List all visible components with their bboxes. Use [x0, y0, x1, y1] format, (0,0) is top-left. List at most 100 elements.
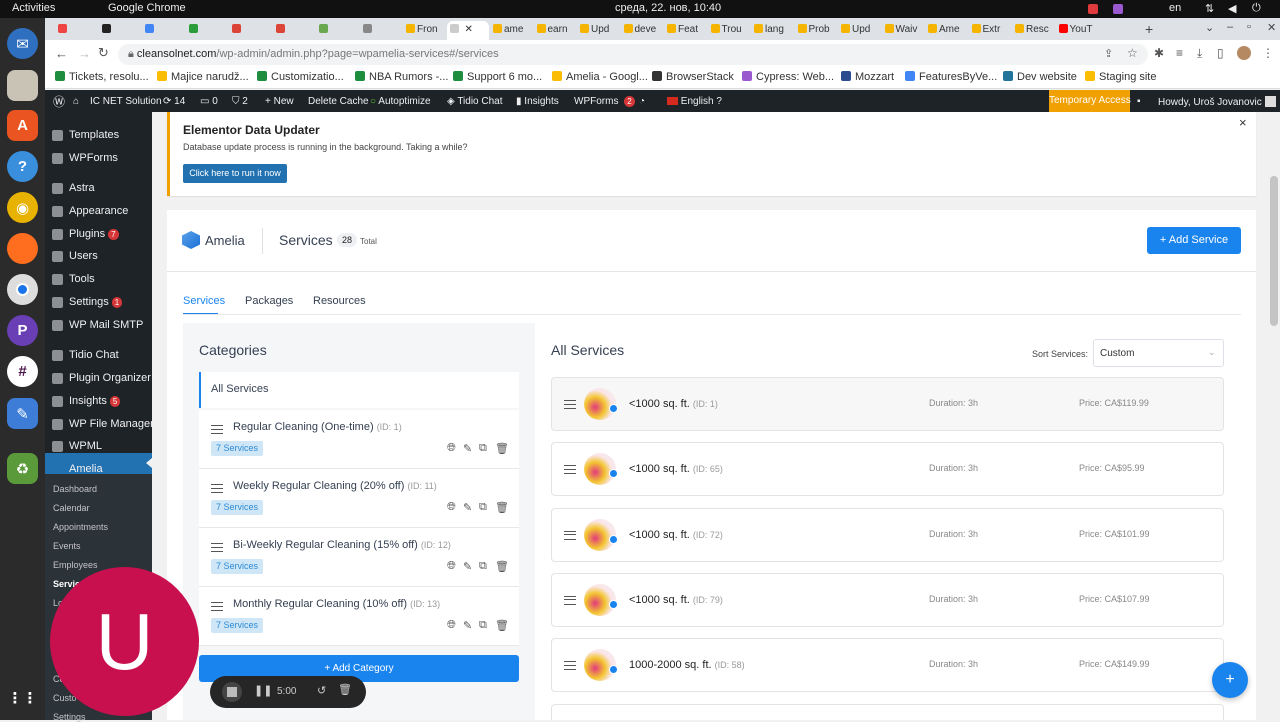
app-grid-icon[interactable]: ⋮⋮: [7, 682, 38, 713]
edit-icon[interactable]: ✎: [463, 560, 472, 573]
firefox-icon[interactable]: [7, 233, 38, 264]
browser-tab[interactable]: ✕: [446, 21, 489, 40]
bookmark-item[interactable]: Dev website: [1003, 71, 1077, 83]
thunderbird-icon[interactable]: ✉: [7, 28, 38, 59]
help-icon[interactable]: ?: [7, 151, 38, 182]
delete-icon[interactable]: 🗑︎: [495, 442, 509, 455]
restart-icon[interactable]: ↺: [317, 684, 326, 697]
wpforms-link[interactable]: WPForms 2: [574, 96, 635, 107]
browser-tab[interactable]: Waiv: [882, 21, 924, 40]
drag-handle-icon[interactable]: [211, 425, 223, 434]
browser-tab[interactable]: Feat: [664, 21, 706, 40]
sidebar-item-tools[interactable]: Tools: [69, 273, 95, 285]
autoptimize-link[interactable]: ○ Autoptimize: [370, 96, 431, 107]
sidebar-item-plugin-organizer[interactable]: Plugin Organizer: [69, 372, 151, 384]
download-icon[interactable]: ⤓: [1197, 46, 1202, 61]
duplicate-icon[interactable]: ⧉: [479, 560, 487, 573]
updates-link[interactable]: ⟳ 14: [163, 96, 185, 107]
close-notice-icon[interactable]: ×: [1239, 115, 1247, 130]
browser-tab[interactable]: Resc: [1012, 21, 1054, 40]
browser-tab[interactable]: Prob: [795, 21, 837, 40]
delete-icon[interactable]: 🗑︎: [495, 619, 509, 632]
drag-handle-icon[interactable]: [211, 543, 223, 552]
keyboard-language[interactable]: en: [1169, 2, 1181, 14]
browser-tab[interactable]: [273, 21, 315, 40]
slack-icon[interactable]: #: [7, 356, 38, 387]
search-engine-icon[interactable]: ◔: [639, 96, 645, 107]
bookmark-item[interactable]: Staging site: [1085, 71, 1156, 83]
delete-icon[interactable]: 🗑︎: [495, 501, 509, 514]
volume-icon[interactable]: ◀: [1228, 2, 1236, 15]
address-bar[interactable]: 🔒︎ cleansolnet.com/wp-admin/admin.php?pa…: [118, 44, 1148, 65]
browser-tab[interactable]: YouT: [1056, 21, 1098, 40]
browser-tab[interactable]: [316, 21, 358, 40]
edit-icon[interactable]: ✎: [463, 501, 472, 514]
bookmark-item[interactable]: FeaturesByVe...: [905, 71, 997, 83]
service-card[interactable]: <1000 sq. ft. (ID: 1) Duration: 3h Price: …: [551, 377, 1224, 431]
reading-list-icon[interactable]: ≡: [1176, 46, 1183, 60]
submenu-appointments[interactable]: Appointments: [53, 522, 108, 532]
service-card-partial[interactable]: [551, 704, 1224, 720]
duplicate-icon[interactable]: ⧉: [479, 619, 487, 632]
profile-avatar[interactable]: [1237, 46, 1251, 60]
clock[interactable]: среда, 22. нов, 10:40: [615, 2, 721, 14]
sidebar-item-astra[interactable]: Astra: [69, 182, 95, 194]
sidebar-item-templates[interactable]: Templates: [69, 129, 119, 141]
bookmark-item[interactable]: Majice narudž...: [157, 71, 249, 83]
temporary-access-link[interactable]: Temporary Access: [1049, 90, 1131, 112]
browser-tab[interactable]: Extr: [969, 21, 1011, 40]
sidebar-item-wp-file-manager[interactable]: WP File Manager: [69, 418, 154, 430]
notifications-icon[interactable]: ▪: [1137, 96, 1141, 107]
tab-close-icon[interactable]: ✕: [465, 24, 473, 35]
drag-handle-icon[interactable]: [211, 484, 223, 493]
beeper-icon[interactable]: P: [7, 315, 38, 346]
bookmark-item[interactable]: Customizatio...: [257, 71, 344, 83]
tab-resources[interactable]: Resources: [313, 295, 366, 307]
maximize-icon[interactable]: ▫: [1247, 21, 1251, 33]
category-card[interactable]: Regular Cleaning (One-time) (ID: 1) 7 Ser…: [199, 410, 519, 469]
category-card[interactable]: Bi-Weekly Regular Cleaning (15% off) (ID…: [199, 528, 519, 587]
delete-recording-icon[interactable]: 🗑︎: [338, 683, 352, 696]
browser-tab[interactable]: [229, 21, 271, 40]
sidebar-item-users[interactable]: Users: [69, 250, 98, 262]
service-card[interactable]: 1000-2000 sq. ft. (ID: 58) Duration: 3h Pr…: [551, 638, 1224, 693]
share-icon[interactable]: ⇪: [1104, 47, 1113, 60]
reload-icon[interactable]: ↻: [98, 45, 109, 61]
sidebar-item-wpml[interactable]: WPML: [69, 440, 102, 452]
wordpress-logo-icon[interactable]: Ⓦ: [53, 93, 65, 110]
bookmark-star-icon[interactable]: ☆: [1127, 46, 1138, 60]
sort-select[interactable]: Custom ⌄: [1093, 339, 1224, 367]
sidebar-item-appearance[interactable]: Appearance: [69, 205, 128, 217]
browser-tab[interactable]: [55, 21, 97, 40]
sidebar-item-tidio-chat[interactable]: Tidio Chat: [69, 349, 119, 361]
submenu-employees[interactable]: Employees: [53, 560, 98, 570]
beeper-tray-icon[interactable]: [1113, 4, 1123, 14]
forward-icon[interactable]: →: [78, 46, 91, 61]
globe-icon[interactable]: 🌐︎: [447, 619, 456, 632]
bookmark-item[interactable]: NBA Rumors -...: [355, 71, 448, 83]
pause-icon[interactable]: ❚❚: [254, 684, 272, 697]
drag-handle-icon[interactable]: [564, 661, 576, 671]
browser-tab[interactable]: [99, 21, 141, 40]
extensions-icon[interactable]: ✱: [1154, 46, 1164, 60]
tidio-link[interactable]: ◈ Tidio Chat: [447, 96, 503, 107]
home-icon[interactable]: ⌂: [73, 96, 79, 107]
browser-tab[interactable]: Fron: [403, 21, 445, 40]
browser-tab[interactable]: earn: [534, 21, 576, 40]
service-card[interactable]: <1000 sq. ft. (ID: 79) Duration: 3h Price:…: [551, 572, 1224, 627]
minimize-icon[interactable]: –: [1227, 21, 1233, 33]
drag-handle-icon[interactable]: [564, 530, 576, 540]
back-icon[interactable]: ←: [55, 46, 68, 61]
category-card[interactable]: Weekly Regular Cleaning (20% off) (ID: 1…: [199, 469, 519, 528]
security-link[interactable]: ⛉ 2: [232, 96, 248, 107]
stop-button[interactable]: [222, 682, 242, 702]
drag-handle-icon[interactable]: [564, 465, 576, 475]
bookmark-item[interactable]: Cypress: Web...: [742, 71, 834, 83]
browser-tab[interactable]: Upd: [838, 21, 880, 40]
sidebar-item-amelia[interactable]: Amelia: [69, 463, 103, 475]
browser-tab[interactable]: [142, 21, 184, 40]
add-service-button[interactable]: + Add Service: [1147, 227, 1241, 254]
insights-link[interactable]: ▮ Insights: [516, 96, 559, 107]
browser-tab[interactable]: [360, 21, 402, 40]
category-card[interactable]: Monthly Regular Cleaning (10% off) (ID: …: [199, 587, 519, 646]
